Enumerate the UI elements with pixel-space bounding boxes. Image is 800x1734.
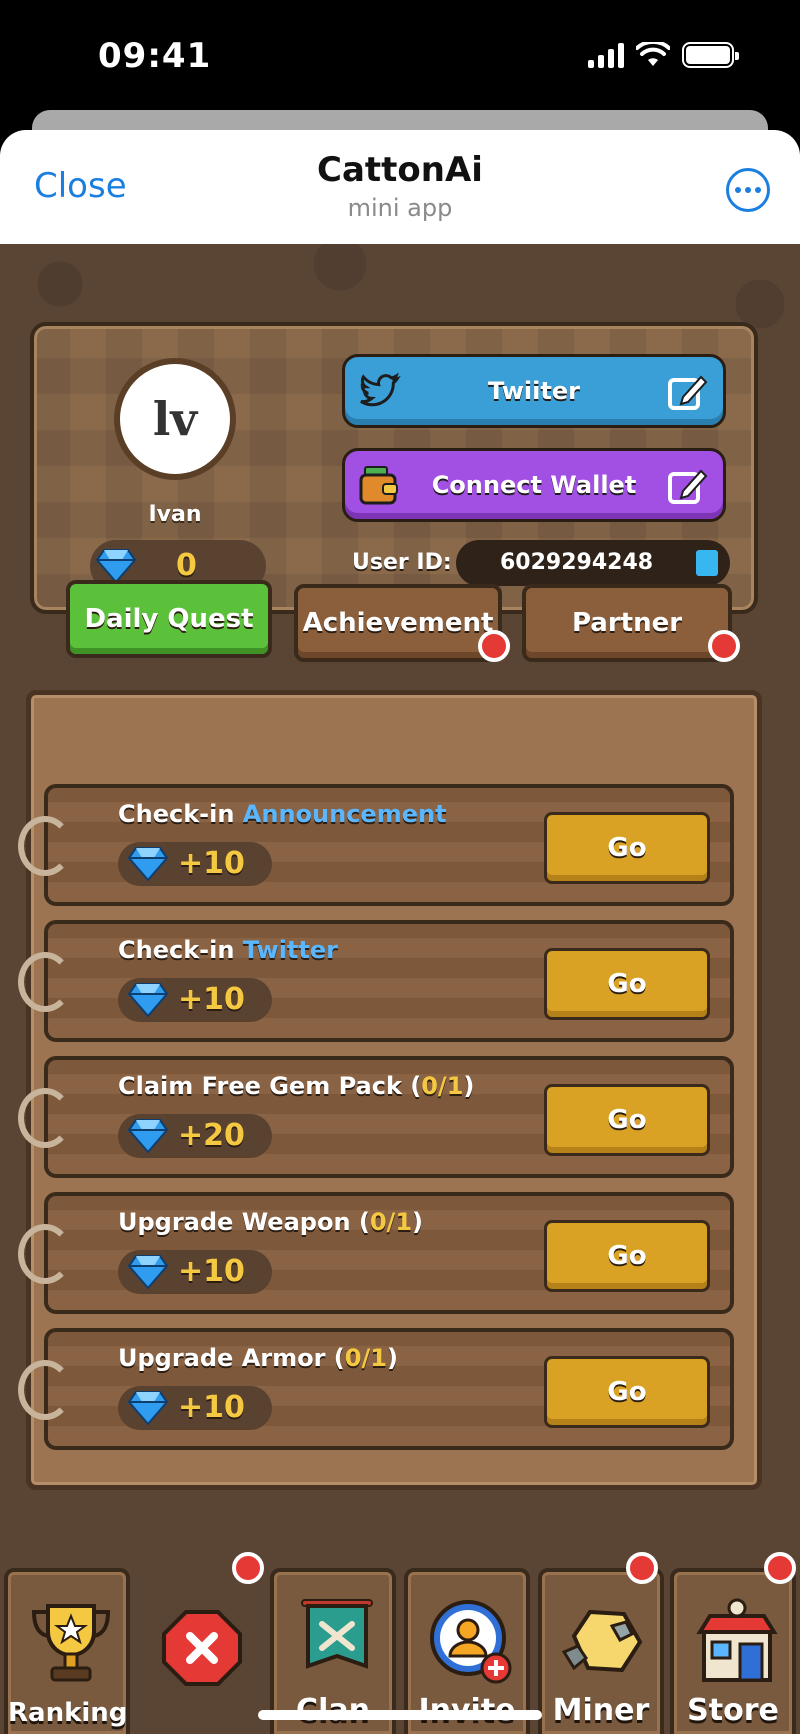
avatar[interactable]: lv: [114, 358, 236, 480]
connect-wallet-label: Connect Wallet: [431, 471, 637, 499]
nav-ranking[interactable]: Ranking: [4, 1568, 130, 1734]
quest-title: Upgrade Armor (0/1): [118, 1344, 398, 1372]
user-id-label: User ID:: [352, 550, 452, 575]
notification-badge-icon: [232, 1552, 264, 1584]
status-time: 09:41: [98, 36, 212, 76]
go-button[interactable]: Go: [544, 1220, 710, 1292]
app-subtitle: mini app: [347, 194, 453, 222]
reward-value: +20: [178, 1118, 245, 1153]
gold-ore-icon: [561, 1609, 643, 1673]
reward-value: +10: [178, 982, 245, 1017]
go-button[interactable]: Go: [544, 1084, 710, 1156]
go-button[interactable]: Go: [544, 1356, 710, 1428]
diamond-icon: [128, 1391, 168, 1426]
twitter-button[interactable]: Twiiter: [342, 354, 726, 428]
quest-reward: +10: [118, 1250, 272, 1294]
quest-reward: +10: [118, 842, 272, 886]
reward-value: +10: [178, 846, 245, 881]
edit-icon: [668, 469, 708, 504]
nav-miner[interactable]: Miner: [538, 1568, 664, 1734]
paw-store-icon: [696, 1598, 778, 1682]
achievement-badge-icon: [478, 630, 510, 662]
tab-partner[interactable]: Partner: [522, 584, 732, 662]
edit-icon: [668, 375, 708, 410]
invite-user-icon: [430, 1600, 512, 1684]
reward-value: +10: [178, 1254, 245, 1289]
gem-count: 0: [176, 548, 197, 583]
quest-reward: +10: [118, 978, 272, 1022]
quest-title: Upgrade Weapon (0/1): [118, 1208, 423, 1236]
binder-ring-icon: [18, 816, 72, 876]
profile-panel: lv Ivan 0 Twiiter Connect Wallet User ID…: [30, 322, 758, 614]
user-id-value: 6029294248: [500, 550, 654, 575]
status-bar: 09:41: [0, 0, 800, 110]
tab-achievement[interactable]: Achievement: [294, 584, 502, 662]
miner-badge-icon: [626, 1552, 658, 1584]
go-button[interactable]: Go: [544, 812, 710, 884]
username: Ivan: [148, 502, 202, 527]
diamond-icon: [96, 549, 136, 584]
quest-reward: +10: [118, 1386, 272, 1430]
app-title: CattonAi: [317, 150, 483, 190]
nav-store[interactable]: Store: [670, 1568, 796, 1734]
quest-item: Check-in Announcement +10 Go: [18, 784, 734, 906]
quest-item: Upgrade Weapon (0/1) +10 Go: [18, 1192, 734, 1314]
binder-ring-icon: [18, 952, 72, 1012]
connect-wallet-button[interactable]: Connect Wallet: [342, 448, 726, 522]
home-indicator: [258, 1710, 542, 1720]
battery-icon: [682, 42, 739, 68]
nav-label: Ranking: [8, 1698, 128, 1728]
quest-title: Check-in Announcement: [118, 800, 447, 828]
diamond-icon: [128, 1255, 168, 1290]
binder-ring-icon: [18, 1360, 72, 1420]
quest-title: Check-in Twitter: [118, 936, 338, 964]
binder-ring-icon: [18, 1224, 72, 1284]
more-options-button[interactable]: [726, 168, 770, 212]
twitter-button-label: Twiiter: [488, 377, 580, 405]
wifi-icon: [636, 42, 670, 66]
tab-daily-quest[interactable]: Daily Quest: [66, 580, 272, 658]
quest-title: Claim Free Gem Pack (0/1): [118, 1072, 475, 1100]
quest-item: Check-in Twitter +10 Go: [18, 920, 734, 1042]
quest-reward: +20: [118, 1114, 272, 1158]
app-header: Close CattonAi mini app: [0, 130, 800, 244]
diamond-icon: [128, 983, 168, 1018]
store-badge-icon: [764, 1552, 796, 1584]
bottom-nav: Ranking Clan Invite: [0, 1544, 800, 1734]
binder-ring-icon: [18, 1088, 72, 1148]
nav-label: Store: [687, 1693, 779, 1728]
twitter-bird-icon: [360, 372, 401, 407]
reward-value: +10: [178, 1390, 245, 1425]
close-x-icon[interactable]: [162, 1608, 242, 1688]
quest-item: Claim Free Gem Pack (0/1) +20 Go: [18, 1056, 734, 1178]
cellular-signal-icon: [588, 42, 624, 68]
diamond-icon: [128, 1119, 168, 1154]
copy-icon[interactable]: [696, 550, 718, 576]
quest-item: Upgrade Armor (0/1) +10 Go: [18, 1328, 734, 1450]
user-id-field: 6029294248: [456, 540, 730, 586]
partner-badge-icon: [708, 630, 740, 662]
go-button[interactable]: Go: [544, 948, 710, 1020]
clan-banner-icon: [301, 1599, 373, 1669]
game-area: lv Ivan 0 Twiiter Connect Wallet User ID…: [0, 244, 800, 1734]
diamond-icon: [128, 847, 168, 882]
wallet-icon: [359, 466, 398, 505]
status-icons: [588, 42, 739, 68]
nav-label: Miner: [552, 1693, 650, 1728]
trophy-icon: [31, 1604, 111, 1682]
more-dots-icon: [735, 187, 741, 193]
